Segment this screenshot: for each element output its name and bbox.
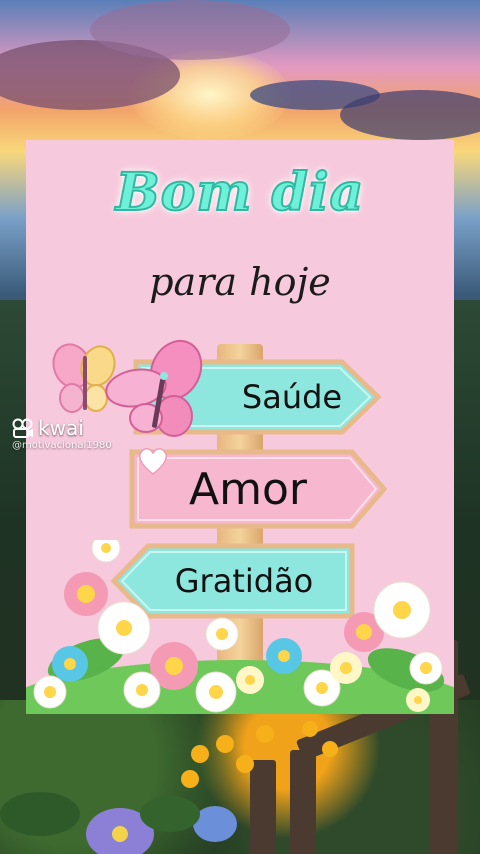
kwai-logo: kwai bbox=[12, 416, 112, 440]
sign-amor-label: Amor bbox=[189, 463, 307, 515]
kwai-watermark: kwai @motivacional1980 bbox=[12, 416, 112, 451]
card-subtitle: para hoje bbox=[149, 260, 331, 304]
heart-icon bbox=[139, 448, 167, 475]
butterfly-icon bbox=[105, 339, 203, 437]
card-title: Bom dia bbox=[115, 161, 365, 224]
cloud bbox=[90, 0, 290, 60]
kwai-handle: @motivacional1980 bbox=[12, 440, 112, 451]
kwai-logo-icon bbox=[12, 418, 33, 438]
sign-saude-label: Saúde bbox=[241, 378, 343, 416]
flower-garden bbox=[26, 540, 454, 714]
kwai-brand: kwai bbox=[38, 416, 84, 440]
sign-amor: Amor bbox=[126, 446, 390, 532]
flowers-foreground bbox=[0, 721, 338, 854]
